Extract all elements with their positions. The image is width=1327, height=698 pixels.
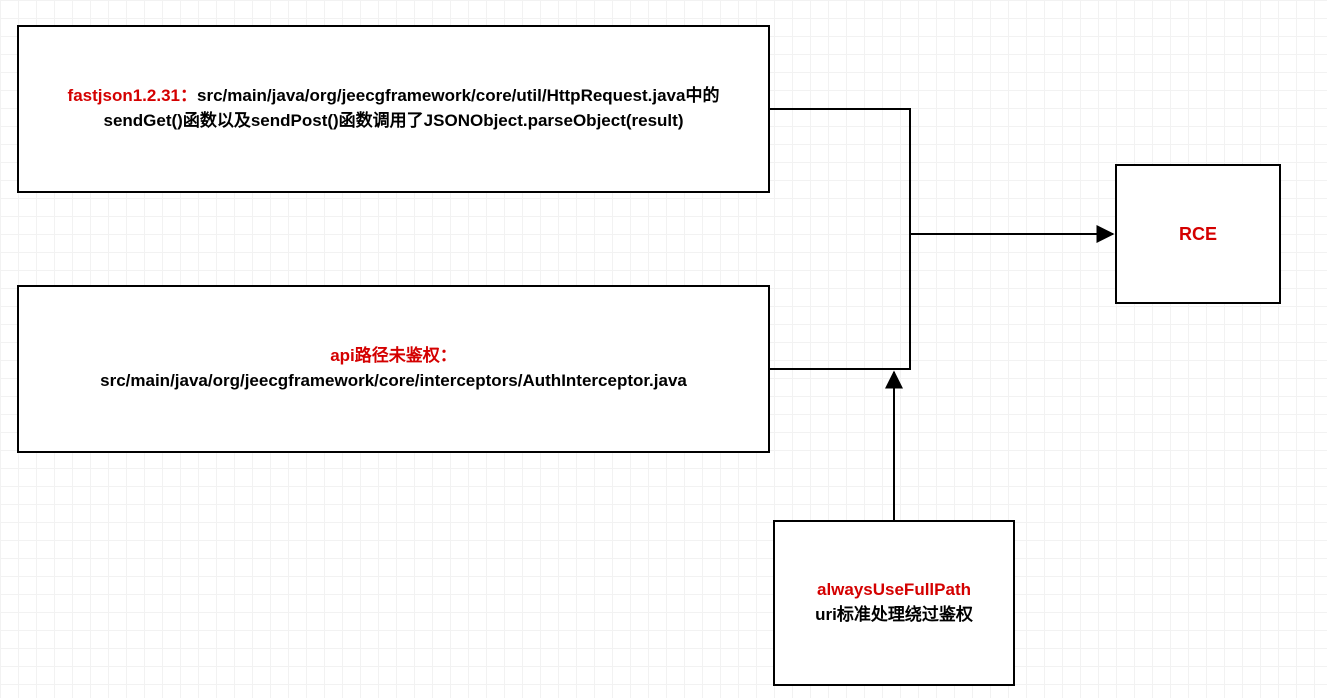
node-always-use-full-path: alwaysUseFullPath uri标准处理绕过鉴权 (773, 520, 1015, 686)
node-fastjson-highlight: fastjson1.2.31： (68, 86, 197, 105)
node-always-highlight: alwaysUseFullPath (817, 578, 971, 603)
node-always-line2: uri标准处理绕过鉴权 (815, 603, 973, 628)
node-api-auth: api路径未鉴权： src/main/java/org/jeecgframewo… (17, 285, 770, 453)
node-fastjson: fastjson1.2.31：src/main/java/org/jeecgfr… (17, 25, 770, 193)
node-rce-label: RCE (1179, 221, 1217, 247)
node-api-auth-line2: src/main/java/org/jeecgframework/core/in… (100, 369, 687, 394)
node-fastjson-line1-rest: src/main/java/org/jeecgframework/core/ut… (197, 86, 719, 105)
node-fastjson-line1: fastjson1.2.31：src/main/java/org/jeecgfr… (68, 84, 720, 109)
node-api-auth-highlight: api路径未鉴权： (330, 344, 457, 369)
node-fastjson-line2: sendGet()函数以及sendPost()函数调用了JSONObject.p… (104, 109, 684, 134)
node-rce: RCE (1115, 164, 1281, 304)
